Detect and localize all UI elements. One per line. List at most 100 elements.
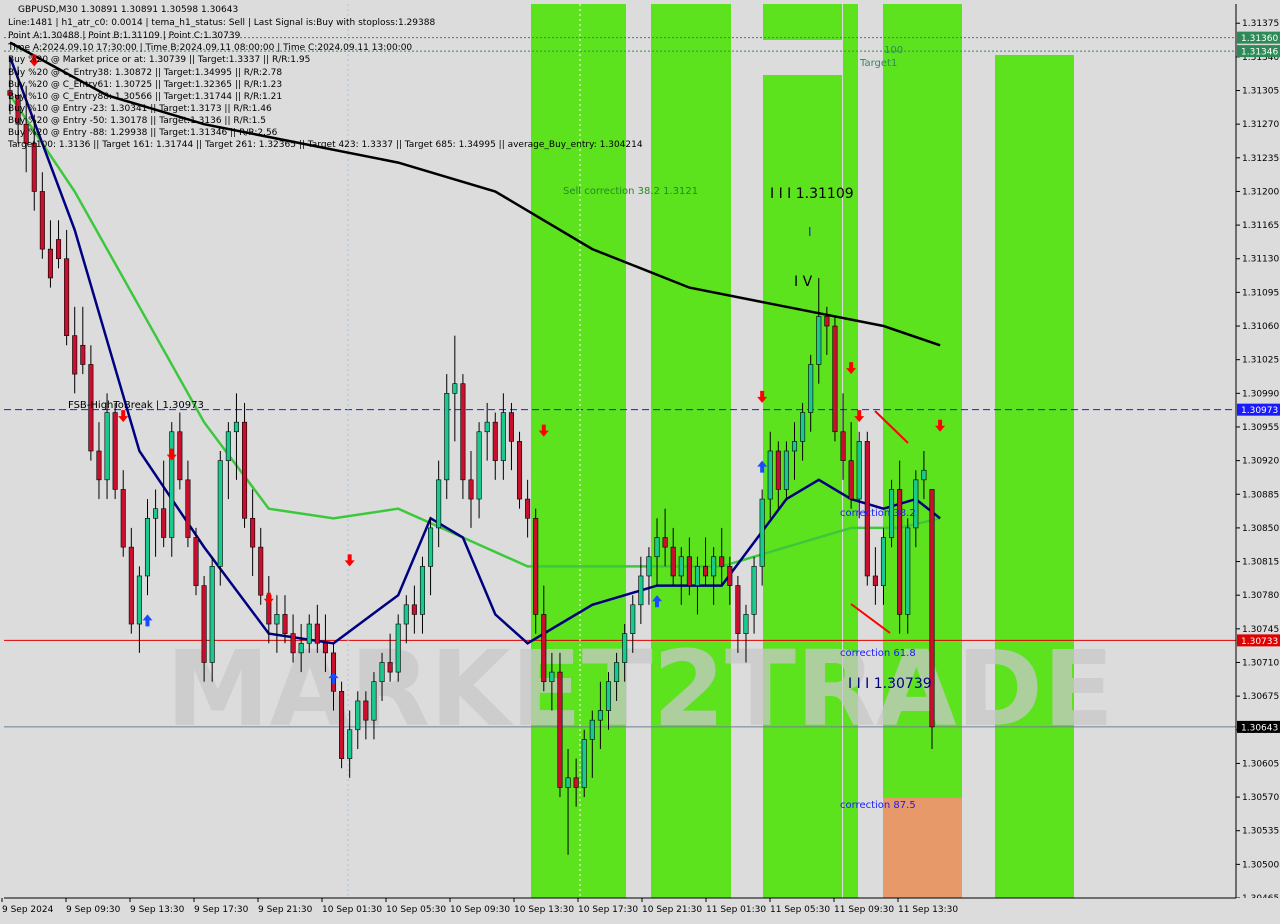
correction-875-label: correction 87.5 (840, 800, 916, 811)
x-tick-label: 11 Sep 01:30 (706, 905, 766, 915)
candle-body (419, 566, 425, 615)
candle-body (557, 671, 563, 788)
candle-body (508, 412, 514, 442)
candle-body (411, 604, 417, 615)
candle-body (824, 316, 830, 327)
candle-body (711, 556, 717, 577)
y-tick-label: 1.31375 (1242, 19, 1279, 29)
y-tick-label: 1.31270 (1242, 120, 1279, 130)
candle-body (605, 681, 612, 711)
y-tick-label: 1.31095 (1242, 288, 1279, 298)
watermark: MARKET2TRADE (166, 628, 1114, 750)
candle-body (128, 546, 134, 625)
x-tick-label: 9 Sep 21:30 (258, 905, 313, 915)
fsb-price-tag: 1.30973 (1241, 406, 1278, 416)
x-tick-label: 9 Sep 17:30 (194, 905, 249, 915)
candle-body (298, 642, 304, 654)
last-price-tag: 1.30643 (1241, 723, 1278, 733)
candle-body (767, 450, 773, 500)
wave-iv-label: I V (794, 274, 813, 290)
candle-body (492, 421, 498, 461)
orange-zone (883, 798, 962, 898)
candle-body (848, 460, 854, 500)
candle-body (872, 575, 878, 586)
y-tick-label: 1.30535 (1242, 827, 1279, 837)
candle-body (322, 642, 328, 654)
candle (217, 451, 223, 586)
y-tick-label: 1.30675 (1242, 692, 1279, 702)
candle-body (727, 566, 733, 586)
price-chart[interactable]: MARKET2TRADE FSB-HighToBreak | 1.30973 S… (0, 0, 1280, 920)
candle-body (921, 469, 927, 481)
candle (517, 431, 523, 509)
candle-body (533, 517, 539, 615)
candle-body (233, 421, 239, 433)
candle (557, 652, 563, 798)
candle-body (363, 700, 369, 721)
green-zone (883, 4, 962, 898)
info-line-4: Time A:2024.09.10 17:30:00 | Time B:2024… (7, 43, 412, 53)
candle-body (670, 546, 676, 577)
candle-body (56, 239, 62, 260)
candle-body (39, 191, 45, 250)
y-tick-label: 1.30605 (1242, 759, 1279, 769)
candle-body (282, 614, 288, 634)
candle-body (517, 441, 523, 500)
candle-body (72, 335, 78, 375)
candle-body (169, 431, 175, 538)
price-axis[interactable]: 1.313751.313401.313051.312701.312351.312… (1235, 0, 1280, 920)
candle-body (460, 383, 466, 481)
wave-i-label: I (808, 225, 812, 239)
y-tick-label: 1.31165 (1242, 221, 1279, 231)
x-tick-label: 11 Sep 13:30 (898, 905, 958, 915)
candle-body (201, 585, 207, 663)
y-tick-label: 1.31200 (1242, 187, 1279, 197)
y-tick-label: 1.30850 (1242, 524, 1279, 534)
candle-body (452, 383, 458, 394)
info-line-9: Buy %10 @ Entry -23: 1.30341 || Target:1… (8, 104, 272, 114)
sell-correction-label: Sell correction 38.2 1.3121 (563, 186, 698, 197)
candle (832, 316, 838, 442)
y-tick-label: 1.30920 (1242, 457, 1279, 467)
y-tick-label: 1.30710 (1242, 658, 1279, 668)
candle (395, 614, 401, 682)
info-line-12: Target100: 1.3136 || Target 161: 1.31744… (7, 140, 643, 150)
candle-body (694, 566, 700, 586)
correction-382-label: correction 38.2 (840, 508, 916, 519)
candle-body (80, 344, 86, 365)
y-tick-label: 1.30745 (1242, 625, 1279, 635)
candle-body (225, 431, 231, 461)
candle-body (355, 700, 361, 731)
candle-body (387, 662, 393, 673)
candle-body (597, 710, 603, 721)
y-tick-label: 1.31025 (1242, 356, 1279, 366)
candle-body (371, 681, 377, 721)
time-axis-bg (0, 898, 1280, 920)
y-tick-label: 1.30815 (1242, 558, 1279, 568)
candle-body (484, 421, 490, 433)
y-tick-label: 1.30500 (1242, 860, 1279, 870)
x-tick-label: 10 Sep 05:30 (386, 905, 446, 915)
candle-body (840, 431, 846, 461)
candle-body (177, 431, 183, 481)
candle (339, 681, 345, 769)
fsb-label: FSB-HighToBreak | 1.30973 (68, 400, 204, 411)
info-line-6: Buy %20 @ C_Entry38: 1.30872 || Target:1… (8, 68, 282, 78)
x-tick-label: 10 Sep 13:30 (514, 905, 574, 915)
candle-body (751, 566, 757, 615)
time-axis[interactable]: 9 Sep 2024 9 Sep 09:30 9 Sep 13:30 9 Sep 17… (0, 897, 1280, 920)
x-tick-label: 11 Sep 05:30 (770, 905, 830, 915)
candle-body (468, 479, 474, 500)
candle-body (185, 479, 191, 538)
candle-body (630, 604, 636, 634)
candle-body (64, 258, 70, 336)
candle-body (614, 662, 620, 683)
info-line-5: Buy %20 @ Market price or at: 1.30739 ||… (8, 55, 310, 65)
candle-body (573, 777, 579, 788)
y-tick-label: 1.30990 (1242, 389, 1279, 399)
candle-body (646, 556, 652, 577)
correction-618-label: correction 61.8 (840, 648, 916, 659)
info-line-2: Line:1481 | h1_atr_c0: 0.0014 | tema_h1_… (8, 18, 435, 28)
candle-body (783, 450, 789, 490)
candle-body (832, 325, 838, 433)
